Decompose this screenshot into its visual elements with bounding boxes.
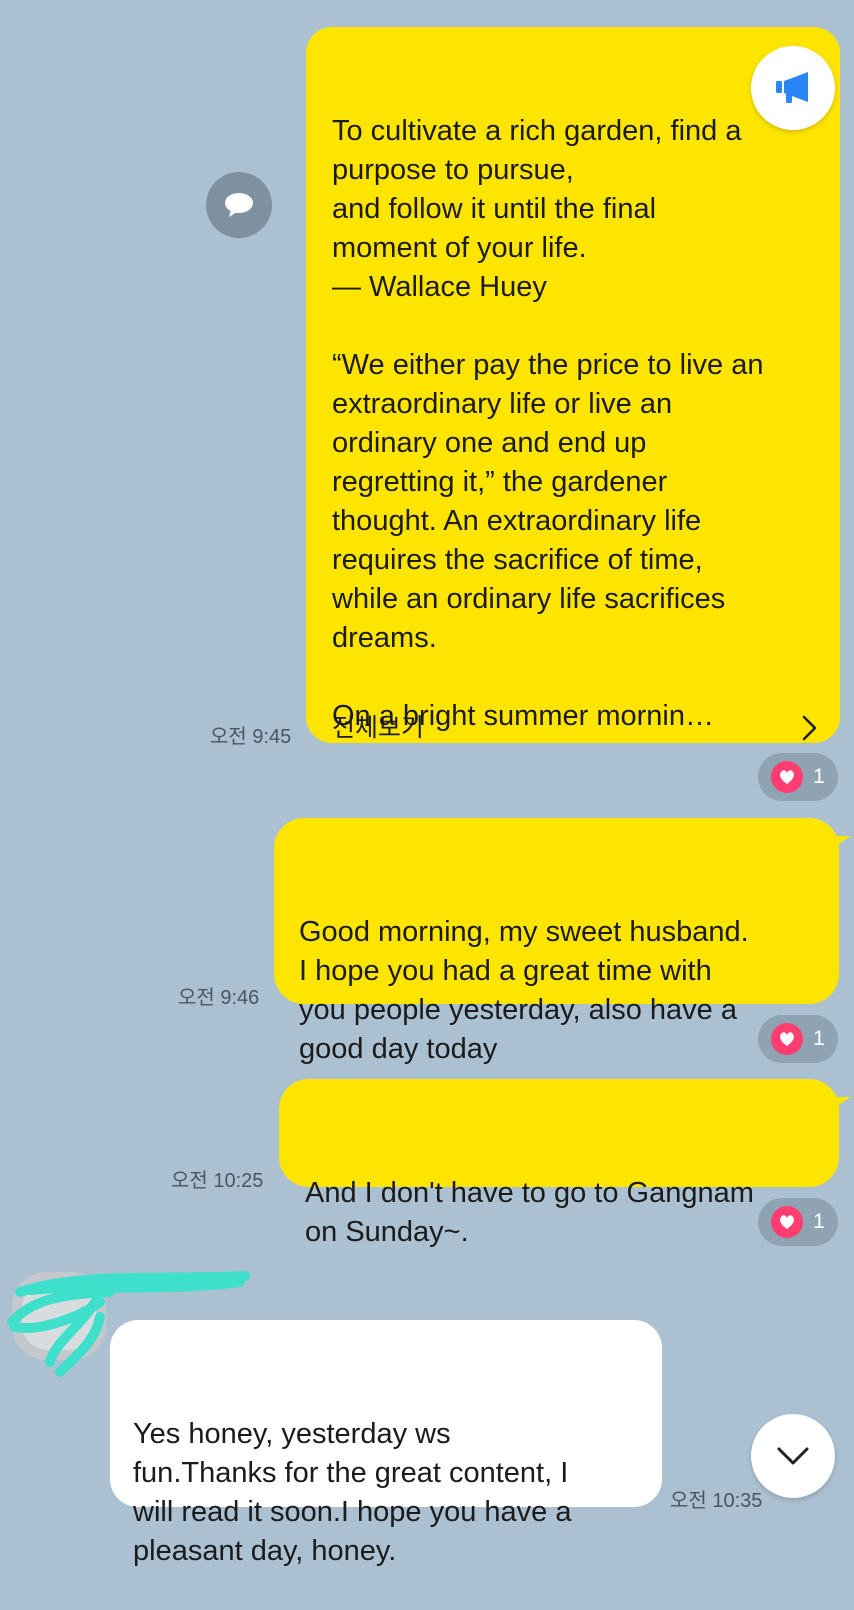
- incoming-message-bubble[interactable]: Yes honey, yesterday ws fun.Thanks for t…: [110, 1320, 662, 1567]
- message-text: Good morning, my sweet husband. I hope y…: [299, 916, 749, 1065]
- scroll-down-button[interactable]: [751, 1414, 835, 1498]
- reaction-count: 1: [813, 765, 825, 788]
- my-message-bubble[interactable]: And I don't have to go to Gangnam on Sun…: [279, 1079, 851, 1248]
- message-timestamp: 오전 9:46: [178, 987, 260, 1009]
- message-text: Yes honey, yesterday ws fun.Thanks for t…: [133, 1418, 572, 1567]
- share-button[interactable]: [206, 172, 272, 238]
- announcement-button[interactable]: [751, 46, 835, 130]
- post-message-text: To cultivate a rich garden, find a purpo…: [332, 115, 764, 732]
- heart-icon: [771, 1023, 804, 1055]
- view-all-button[interactable]: 전체보기: [332, 703, 820, 753]
- heart-icon: [771, 1206, 804, 1238]
- reaction-badge[interactable]: 1: [758, 1198, 838, 1246]
- heart-icon: [771, 761, 804, 793]
- message-timestamp: 오전 10:35: [670, 1490, 763, 1512]
- my-message-bubble[interactable]: Good morning, my sweet husband. I hope y…: [274, 818, 851, 1065]
- view-all-label: 전체보기: [332, 713, 425, 742]
- reaction-count: 1: [813, 1027, 825, 1050]
- message-timestamp: 오전 9:45: [210, 726, 292, 748]
- reaction-badge[interactable]: 1: [758, 753, 838, 801]
- post-message-bubble[interactable]: To cultivate a rich garden, find a purpo…: [306, 27, 840, 743]
- reaction-count: 1: [813, 1210, 825, 1233]
- message-text: And I don't have to go to Gangnam on Sun…: [305, 1177, 754, 1248]
- message-timestamp: 오전 10:25: [171, 1170, 264, 1192]
- chevron-right-icon: [802, 715, 817, 741]
- reaction-badge[interactable]: 1: [758, 1015, 838, 1063]
- chat-bubble-icon: [225, 193, 253, 217]
- megaphone-icon: [776, 72, 808, 103]
- chevron-down-icon: [777, 1447, 809, 1465]
